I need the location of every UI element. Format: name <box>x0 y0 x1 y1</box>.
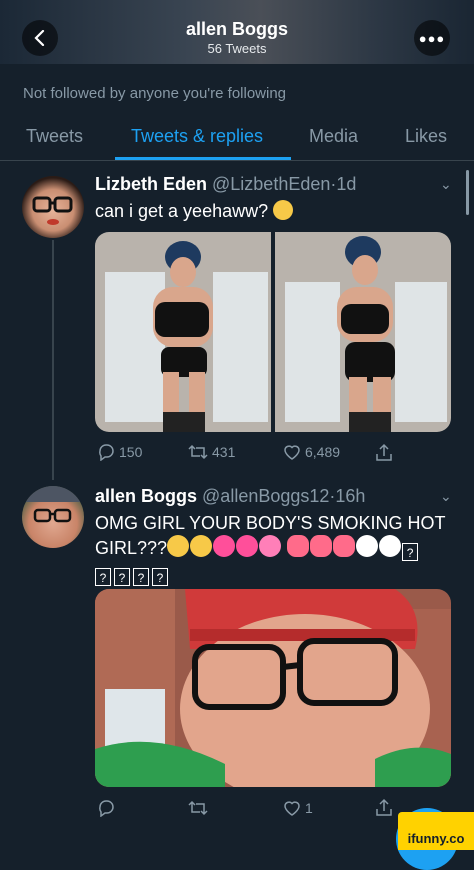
unsupported-glyph-icon: ? <box>152 568 168 586</box>
author-name[interactable]: allen Boggs <box>95 486 197 506</box>
retweet-button[interactable]: 431 <box>188 443 235 461</box>
thread-line <box>52 240 54 480</box>
tab-media[interactable]: Media <box>309 126 358 147</box>
unsupported-glyph-icon: ? <box>402 543 419 561</box>
avatar[interactable] <box>22 176 84 238</box>
author-handle[interactable]: @LizbethEden <box>212 174 330 194</box>
avatar[interactable] <box>22 486 84 548</box>
watermark-label: ifunny.co <box>407 831 465 846</box>
share-icon <box>376 443 392 461</box>
scrollbar[interactable] <box>466 170 469 215</box>
tweet-photo <box>95 232 451 432</box>
tweet-header: allen Boggs @allenBoggs12·16h <box>95 486 366 506</box>
tab-likes[interactable]: Likes <box>405 126 447 147</box>
reply-icon <box>99 800 114 817</box>
retweet-count: 431 <box>212 444 236 460</box>
cowboy-emoji-icon <box>273 200 294 220</box>
like-button[interactable]: 1 <box>283 799 313 817</box>
chevron-down-icon[interactable]: ⌄ <box>440 176 452 193</box>
tweet-time[interactable]: 1d <box>336 174 356 194</box>
hugging-face-icon <box>167 535 190 557</box>
tweet-photo <box>95 589 451 787</box>
lips-icon <box>333 535 356 557</box>
share-button[interactable] <box>374 798 394 818</box>
unsupported-glyph-icon: ? <box>95 568 111 586</box>
like-count: 1 <box>305 800 313 816</box>
tweet-time[interactable]: 16h <box>335 486 365 506</box>
author-handle[interactable]: @allenBoggs12 <box>202 486 329 506</box>
author-name[interactable]: Lizbeth Eden <box>95 174 207 194</box>
eyes-icon <box>379 535 402 557</box>
like-count: 6,489 <box>305 444 341 460</box>
retweet-button[interactable] <box>188 799 212 817</box>
tab-tweets-replies[interactable]: Tweets & replies <box>131 126 263 147</box>
tweet-text: OMG GIRL YOUR BODY'S SMOKING HOT GIRL???… <box>95 513 446 586</box>
heart-icon <box>284 445 300 460</box>
profile-title: allen Boggs <box>185 19 288 39</box>
ifunny-watermark: ifunny.co <box>398 812 474 850</box>
tweet-text: can i get a yeehaww? <box>95 199 294 223</box>
tweet-count: 56 Tweets <box>207 41 267 56</box>
avatar-glasses-icon <box>32 196 73 225</box>
more-options-button[interactable]: ●●● <box>414 20 450 56</box>
reply-button[interactable] <box>97 799 119 817</box>
sparkling-heart-icon <box>213 535 236 557</box>
followed-by-text: Not followed by anyone you're following <box>23 85 287 102</box>
retweet-icon <box>188 444 208 460</box>
reply-icon <box>99 444 114 461</box>
share-icon <box>376 798 392 816</box>
eyes-icon <box>356 535 379 557</box>
sparkling-heart-icon <box>236 535 259 557</box>
profile-header: allen Boggs 56 Tweets ●●● <box>0 0 474 64</box>
reply-button[interactable]: 150 <box>97 443 142 461</box>
two-hearts-icon <box>259 535 282 557</box>
chevron-down-icon[interactable]: ⌄ <box>440 488 452 505</box>
lips-icon <box>287 535 310 557</box>
tab-tweets[interactable]: Tweets <box>26 126 83 147</box>
lips-icon <box>310 535 333 557</box>
reply-count: 150 <box>119 444 143 460</box>
more-dots-icon: ●●● <box>418 30 446 46</box>
unsupported-glyph-icon: ? <box>114 568 130 586</box>
unsupported-glyph-icon: ? <box>133 568 149 586</box>
heart-icon <box>284 801 300 816</box>
share-button[interactable] <box>374 443 394 463</box>
avatar-glasses-icon <box>22 486 84 523</box>
like-button[interactable]: 6,489 <box>283 443 340 461</box>
tweet-header: Lizbeth Eden @LizbethEden·1d <box>95 174 357 194</box>
retweet-icon <box>188 800 208 816</box>
tweet-media[interactable] <box>95 232 451 432</box>
hugging-face-icon <box>190 535 213 557</box>
profile-tabs: Tweets Tweets & replies Media Likes <box>0 112 474 160</box>
tweet-media[interactable] <box>95 589 451 787</box>
divider <box>0 160 474 161</box>
